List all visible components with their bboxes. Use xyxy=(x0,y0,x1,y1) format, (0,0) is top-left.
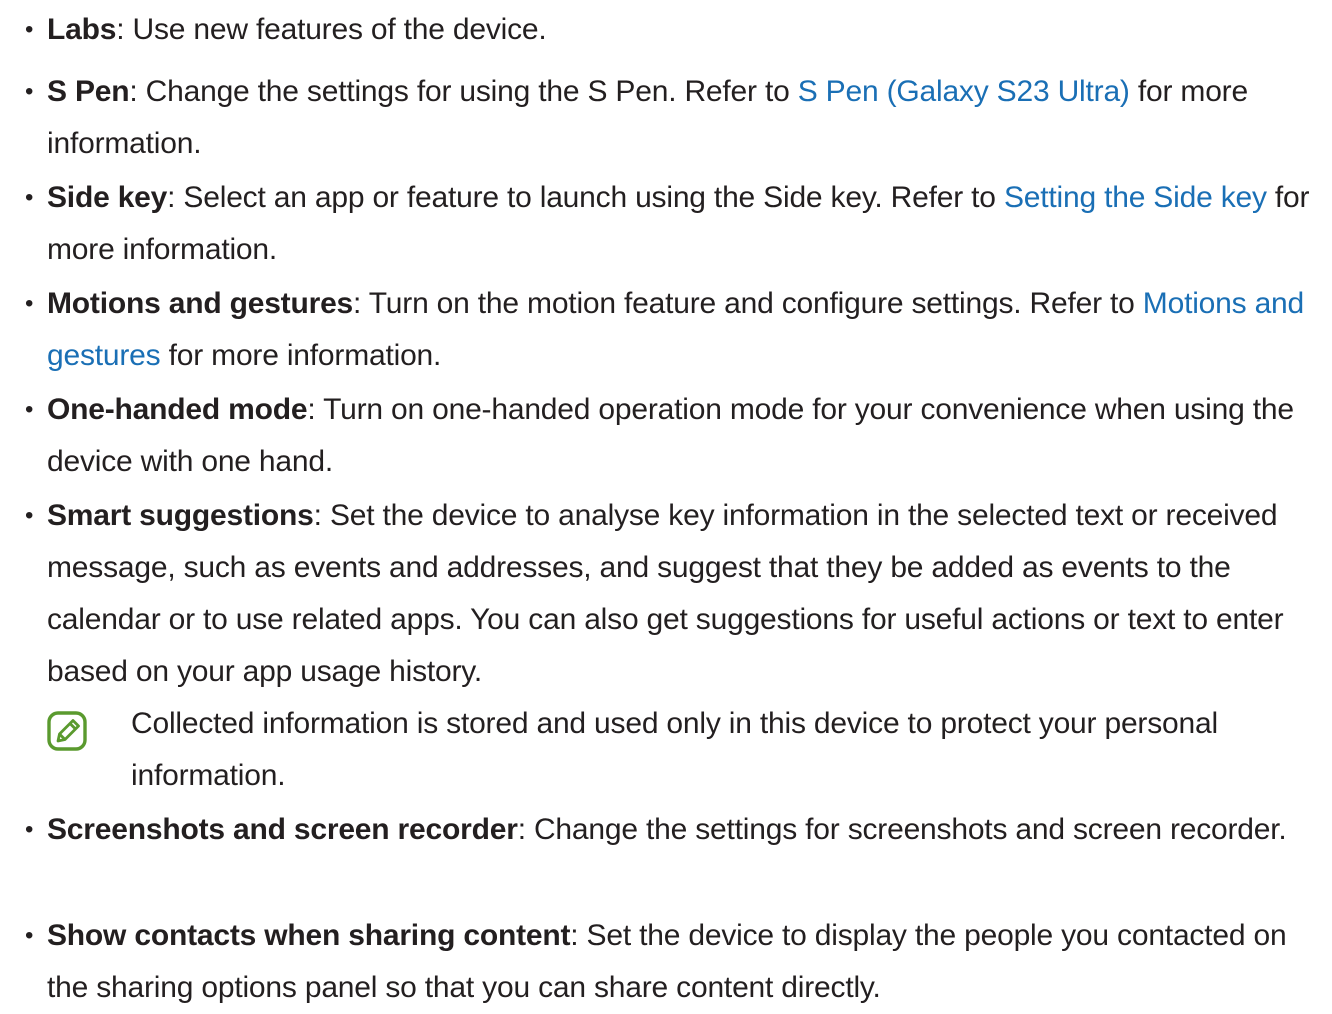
item-term: Side key xyxy=(47,181,168,214)
setting-the-side-key-link[interactable]: Setting the Side key xyxy=(1004,181,1267,214)
bullet: • xyxy=(25,290,34,317)
bullet: • xyxy=(25,16,34,43)
list-item-text: Screenshots and screen recorder: Change … xyxy=(47,804,1330,856)
list-item-text: Motions and gestures: Turn on the motion… xyxy=(47,278,1330,382)
list-item-smart-suggestions: • Smart suggestions: Set the device to a… xyxy=(0,490,1330,698)
item-term: One-handed mode xyxy=(47,393,308,426)
note-pencil-icon xyxy=(47,711,87,751)
list-item-motions-and-gestures: • Motions and gestures: Turn on the moti… xyxy=(0,278,1330,382)
list-item-text: One-handed mode: Turn on one-handed oper… xyxy=(47,384,1330,488)
term-separator: : xyxy=(129,75,138,108)
list-item-text: Show contacts when sharing content: Set … xyxy=(47,910,1330,1014)
term-separator: : xyxy=(517,813,526,846)
term-separator: : xyxy=(307,393,316,426)
list-item-text: S Pen: Change the settings for using the… xyxy=(47,66,1330,170)
note-block: Collected information is stored and used… xyxy=(47,698,1307,802)
item-term: Screenshots and screen recorder xyxy=(47,813,518,846)
list-item-s-pen: • S Pen: Change the settings for using t… xyxy=(0,66,1330,170)
item-term: Motions and gestures xyxy=(47,287,354,320)
note-text: Collected information is stored and used… xyxy=(131,707,1218,792)
list-item-text: Labs: Use new features of the device. xyxy=(47,4,1330,56)
item-description: Change the settings for using the S Pen.… xyxy=(137,75,798,108)
bullet: • xyxy=(25,816,34,843)
s-pen-link[interactable]: S Pen (Galaxy S23 Ultra) xyxy=(798,75,1130,108)
term-separator: : xyxy=(313,499,322,532)
term-separator: : xyxy=(353,287,362,320)
item-description: Change the settings for screenshots and … xyxy=(525,813,1287,846)
list-item-labs: • Labs: Use new features of the device. xyxy=(0,4,1330,56)
bullet: • xyxy=(25,922,34,949)
list-item-screenshots-and-screen-recorder: • Screenshots and screen recorder: Chang… xyxy=(0,804,1330,856)
item-term: Labs xyxy=(47,13,117,46)
bullet: • xyxy=(25,502,34,529)
settings-document: • Labs: Use new features of the device. … xyxy=(0,0,1332,1004)
item-term: S Pen xyxy=(47,75,130,108)
list-item-text: Side key: Select an app or feature to la… xyxy=(47,172,1330,276)
list-item-text: Smart suggestions: Set the device to ana… xyxy=(47,490,1330,698)
bullet: • xyxy=(25,396,34,423)
item-description: Turn on the motion feature and configure… xyxy=(361,287,1143,320)
list-item-show-contacts-when-sharing-content: • Show contacts when sharing content: Se… xyxy=(0,910,1330,1014)
item-term: Smart suggestions xyxy=(47,499,314,532)
bullet: • xyxy=(25,184,34,211)
list-item-side-key: • Side key: Select an app or feature to … xyxy=(0,172,1330,276)
item-description: Select an app or feature to launch using… xyxy=(175,181,1004,214)
list-item-one-handed-mode: • One-handed mode: Turn on one-handed op… xyxy=(0,384,1330,488)
item-description-end: for more information. xyxy=(160,339,442,372)
bullet: • xyxy=(25,78,34,105)
item-description: Use new features of the device. xyxy=(124,13,547,46)
item-term: Show contacts when sharing content xyxy=(47,919,571,952)
